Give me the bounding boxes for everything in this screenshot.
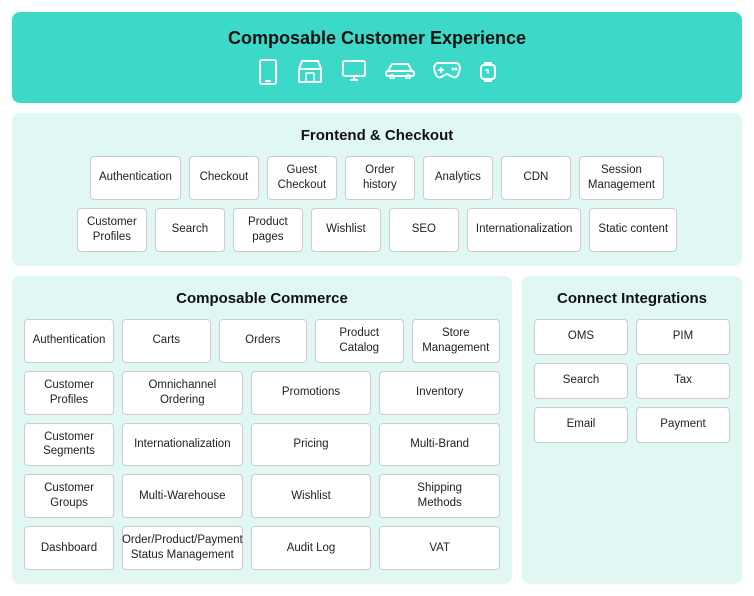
- connect-pim: PIM: [636, 319, 730, 355]
- card-customer-profiles: CustomerProfiles: [77, 208, 147, 252]
- cc-customer-profiles: CustomerProfiles: [24, 371, 114, 415]
- card-analytics: Analytics: [423, 156, 493, 200]
- card-guest-checkout: GuestCheckout: [267, 156, 337, 200]
- composable-title: Composable Commerce: [24, 290, 500, 307]
- card-session-management: SessionManagement: [579, 156, 664, 200]
- cc-wishlist: Wishlist: [251, 474, 372, 518]
- connect-email: Email: [534, 407, 628, 443]
- frontend-title: Frontend & Checkout: [24, 127, 730, 144]
- card-cdn: CDN: [501, 156, 571, 200]
- cc-shipping-methods: ShippingMethods: [379, 474, 500, 518]
- cc-inventory: Inventory: [379, 371, 500, 415]
- connect-payment: Payment: [636, 407, 730, 443]
- cc-multi-brand: Multi-Brand: [379, 423, 500, 467]
- card-checkout: Checkout: [189, 156, 259, 200]
- desktop-icon: [341, 59, 367, 91]
- cc-promotions: Promotions: [251, 371, 372, 415]
- store-icon: [297, 59, 323, 91]
- cc-dashboard: Dashboard: [24, 526, 114, 570]
- cc-store-management: StoreManagement: [412, 319, 501, 363]
- cc-pricing: Pricing: [251, 423, 372, 467]
- composable-row1: Authentication Carts Orders ProductCatal…: [24, 319, 500, 363]
- cc-customer-groups: CustomerGroups: [24, 474, 114, 518]
- cc-order-status: Order/Product/PaymentStatus Management: [122, 526, 243, 570]
- bottom-area: Composable Commerce Authentication Carts…: [12, 276, 742, 584]
- cc-internationalization: Internationalization: [122, 423, 243, 467]
- card-wishlist: Wishlist: [311, 208, 381, 252]
- top-section: Composable Customer Experience: [12, 12, 742, 103]
- icons-row: [24, 59, 730, 91]
- composable-row2: CustomerProfiles Omnichannel Ordering Pr…: [24, 371, 500, 415]
- card-static-content: Static content: [589, 208, 677, 252]
- cc-orders: Orders: [219, 319, 308, 363]
- cc-authentication: Authentication: [24, 319, 114, 363]
- composable-row4: CustomerGroups Multi-Warehouse Wishlist …: [24, 474, 500, 518]
- connect-tax: Tax: [636, 363, 730, 399]
- cc-vat: VAT: [379, 526, 500, 570]
- cc-customer-segments: CustomerSegments: [24, 423, 114, 467]
- frontend-section: Frontend & Checkout Authentication Check…: [12, 113, 742, 266]
- card-seo: SEO: [389, 208, 459, 252]
- cc-multi-warehouse: Multi-Warehouse: [122, 474, 243, 518]
- car-icon: [385, 59, 415, 91]
- composable-row3: CustomerSegments Internationalization Pr…: [24, 423, 500, 467]
- card-search: Search: [155, 208, 225, 252]
- connect-section: Connect Integrations OMS PIM Search Tax …: [522, 276, 742, 584]
- card-authentication: Authentication: [90, 156, 181, 200]
- top-title: Composable Customer Experience: [24, 28, 730, 49]
- mobile-icon: [257, 59, 279, 91]
- card-product-pages: Productpages: [233, 208, 303, 252]
- connect-grid: OMS PIM Search Tax Email Payment: [534, 319, 730, 443]
- frontend-row1: Authentication Checkout GuestCheckout Or…: [24, 156, 730, 200]
- connect-oms: OMS: [534, 319, 628, 355]
- smartwatch-icon: [479, 59, 497, 91]
- frontend-row2: CustomerProfiles Search Productpages Wis…: [24, 208, 730, 252]
- composable-row5: Dashboard Order/Product/PaymentStatus Ma…: [24, 526, 500, 570]
- card-internationalization: Internationalization: [467, 208, 582, 252]
- cc-omnichannel: Omnichannel Ordering: [122, 371, 243, 415]
- gamepad-icon: [433, 59, 461, 91]
- connect-search: Search: [534, 363, 628, 399]
- card-order-history: Orderhistory: [345, 156, 415, 200]
- composable-section: Composable Commerce Authentication Carts…: [12, 276, 512, 584]
- cc-product-catalog: ProductCatalog: [315, 319, 404, 363]
- connect-title: Connect Integrations: [534, 290, 730, 307]
- main-container: Composable Customer Experience: [0, 0, 754, 596]
- cc-carts: Carts: [122, 319, 211, 363]
- cc-audit-log: Audit Log: [251, 526, 372, 570]
